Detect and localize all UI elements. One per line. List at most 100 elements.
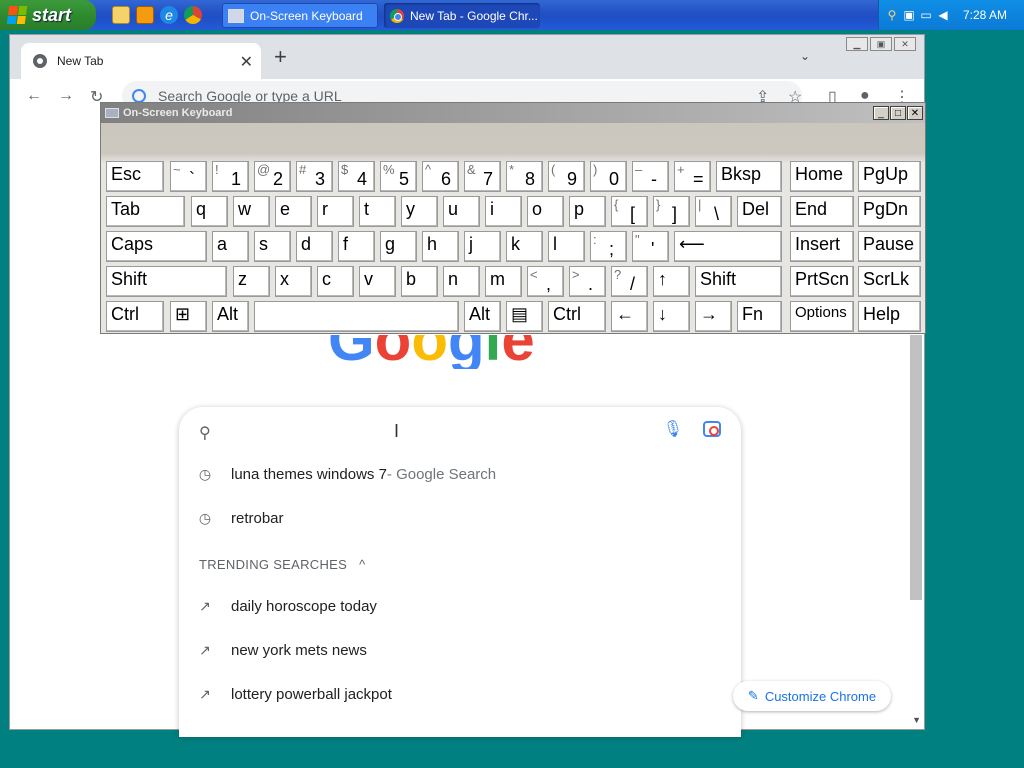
key-g-button[interactable]: g	[380, 231, 417, 262]
chrome-icon[interactable]	[184, 6, 202, 24]
key-options-button[interactable]: Options	[790, 301, 854, 332]
osk-minimize-button[interactable]: _	[873, 106, 889, 120]
key-prtscn-button[interactable]: PrtScn	[790, 266, 854, 297]
key-p-button[interactable]: p	[569, 196, 606, 227]
key--button[interactable]: <,	[527, 266, 564, 297]
key-alt-button[interactable]: Alt	[464, 301, 501, 332]
key-r-button[interactable]: r	[317, 196, 354, 227]
key-caps-button[interactable]: Caps	[106, 231, 207, 262]
key-alt-button[interactable]: Alt	[212, 301, 249, 332]
scrollbar-thumb[interactable]	[910, 335, 922, 600]
key-x-button[interactable]: x	[275, 266, 312, 297]
key-8-button[interactable]: * 8	[506, 161, 543, 192]
key-ctrl-button[interactable]: Ctrl	[548, 301, 606, 332]
key-pgdn-button[interactable]: PgDn	[858, 196, 921, 227]
trending-header[interactable]: TRENDING SEARCHES ^	[199, 557, 366, 572]
clock[interactable]: 7:28 AM	[963, 8, 1007, 22]
key-u-button[interactable]: u	[443, 196, 480, 227]
key--button[interactable]: >.	[569, 266, 606, 297]
trending-row[interactable]: ↗ new york mets news	[179, 635, 741, 665]
key-4-button[interactable]: $4	[338, 161, 375, 192]
key-6-button[interactable]: ^ 6	[422, 161, 459, 192]
key-o-button[interactable]: o	[527, 196, 564, 227]
key-del-button[interactable]: Del	[737, 196, 782, 227]
key-b-button[interactable]: b	[401, 266, 438, 297]
key-pause-button[interactable]: Pause	[858, 231, 921, 262]
key--button[interactable]: ? /	[611, 266, 648, 297]
osk-close-button[interactable]: ✕	[907, 106, 923, 120]
close-button[interactable]: ✕	[894, 37, 916, 51]
key-q-button[interactable]: q	[191, 196, 228, 227]
key-s-button[interactable]: s	[254, 231, 291, 262]
trending-row[interactable]: ↗ daily horoscope today	[179, 591, 741, 621]
close-tab-icon[interactable]: ✕	[240, 52, 253, 72]
key--button[interactable]: ⟵	[674, 231, 782, 262]
key--button[interactable]: ⊞	[170, 301, 207, 332]
key-2-button[interactable]: @2	[254, 161, 291, 192]
key--button[interactable]: }]	[653, 196, 690, 227]
key-end-button[interactable]: End	[790, 196, 854, 227]
key--button[interactable]: :;	[590, 231, 627, 262]
key-i-button[interactable]: i	[485, 196, 522, 227]
key-0-button[interactable]: ) 0	[590, 161, 627, 192]
taskbar-item-chrome[interactable]: New Tab - Google Chr...	[384, 3, 540, 28]
folder-icon[interactable]	[112, 6, 130, 24]
google-lens-icon[interactable]	[703, 421, 721, 437]
key--button[interactable]: " '	[632, 231, 669, 262]
key-z-button[interactable]: z	[233, 266, 270, 297]
internet-explorer-icon[interactable]: e	[160, 6, 178, 24]
key-shift-button[interactable]: Shift	[695, 266, 782, 297]
key-space-button[interactable]	[254, 301, 459, 332]
key-fn-button[interactable]: Fn	[737, 301, 782, 332]
key-k-button[interactable]: k	[506, 231, 543, 262]
restore-button[interactable]: ▣	[870, 37, 892, 51]
key-1-button[interactable]: ! 1	[212, 161, 249, 192]
suggestion-row[interactable]: ◷ retrobar	[179, 503, 741, 533]
search-icon[interactable]: ⚲	[885, 8, 899, 22]
key-home-button[interactable]: Home	[790, 161, 854, 192]
suggestion-row[interactable]: ◷ luna themes windows 7 - Google Search	[179, 459, 741, 489]
key--button[interactable]: →	[695, 301, 732, 332]
key-9-button[interactable]: (9	[548, 161, 585, 192]
key-h-button[interactable]: h	[422, 231, 459, 262]
key-v-button[interactable]: v	[359, 266, 396, 297]
forward-icon[interactable]: →	[58, 87, 74, 105]
chevron-up-icon[interactable]: ^	[359, 557, 365, 572]
key-shift-button[interactable]: Shift	[106, 266, 227, 297]
key-3-button[interactable]: #3	[296, 161, 333, 192]
key-pgup-button[interactable]: PgUp	[858, 161, 921, 192]
key-w-button[interactable]: w	[233, 196, 270, 227]
display-icon[interactable]: ▭	[919, 8, 933, 22]
trending-row[interactable]: ↗ lottery powerball jackpot	[179, 679, 741, 709]
osk-maximize-button[interactable]: □	[890, 106, 906, 120]
key-e-button[interactable]: e	[275, 196, 312, 227]
key--button[interactable]: + =	[674, 161, 711, 192]
taskbar-item-osk[interactable]: On-Screen Keyboard	[222, 3, 378, 28]
tab-new-tab[interactable]: New Tab ✕	[21, 43, 261, 79]
key-help-button[interactable]: Help	[858, 301, 921, 332]
key-c-button[interactable]: c	[317, 266, 354, 297]
key-ctrl-button[interactable]: Ctrl	[106, 301, 164, 332]
key-j-button[interactable]: j	[464, 231, 501, 262]
key-n-button[interactable]: n	[443, 266, 480, 297]
key--button[interactable]: – -	[632, 161, 669, 192]
key--button[interactable]: ▤	[506, 301, 543, 332]
network-off-icon[interactable]: ▣	[902, 8, 916, 22]
osk-titlebar[interactable]: On-Screen Keyboard	[101, 103, 925, 123]
customize-chrome-button[interactable]: ✎ Customize Chrome	[733, 681, 891, 711]
key-7-button[interactable]: & 7	[464, 161, 501, 192]
key-scrlk-button[interactable]: ScrLk	[858, 266, 921, 297]
key--button[interactable]: {[	[611, 196, 648, 227]
key--button[interactable]: ←	[611, 301, 648, 332]
key--button[interactable]: ↑	[653, 266, 690, 297]
new-tab-button[interactable]: +	[274, 46, 287, 68]
key-l-button[interactable]: l	[548, 231, 585, 262]
microphone-icon[interactable]: 🎙	[663, 419, 683, 439]
key-f-button[interactable]: f	[338, 231, 375, 262]
start-button[interactable]: start	[0, 0, 96, 30]
media-player-icon[interactable]	[136, 6, 154, 24]
key-tab-button[interactable]: Tab	[106, 196, 185, 227]
key-a-button[interactable]: a	[212, 231, 249, 262]
key-bksp-button[interactable]: Bksp	[716, 161, 782, 192]
tab-search-icon[interactable]: ⌄	[800, 49, 810, 63]
